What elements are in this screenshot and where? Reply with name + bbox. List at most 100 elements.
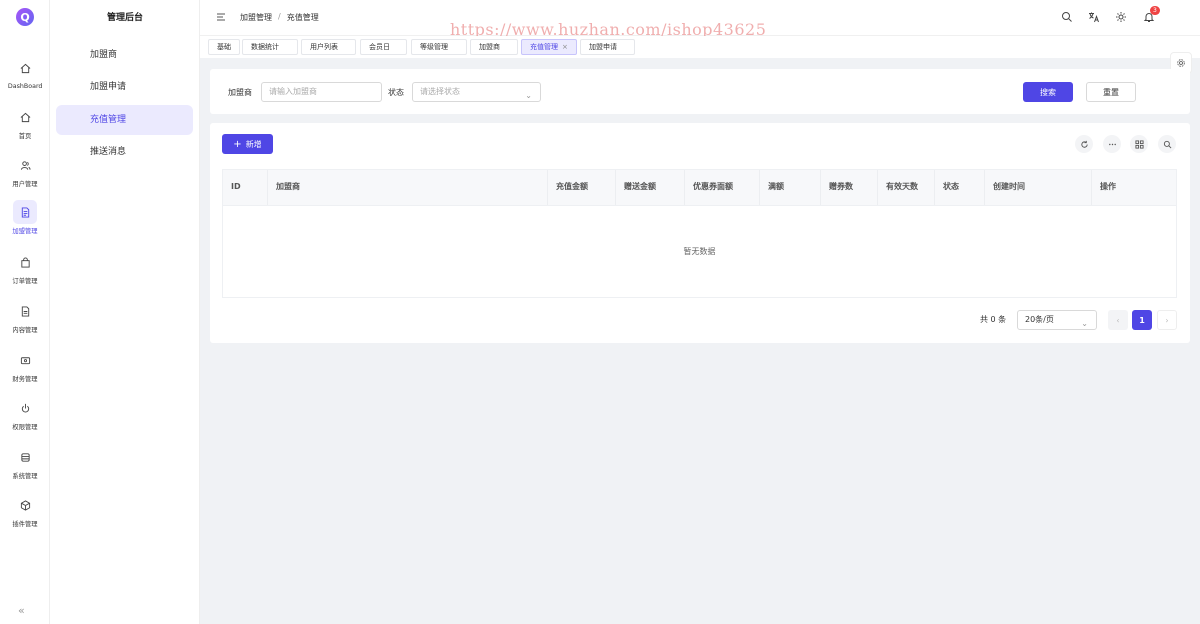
- app-logo[interactable]: Q: [16, 8, 34, 26]
- tab-label: 加盟申请: [589, 43, 617, 51]
- collapse-sidebar-button[interactable]: «: [18, 604, 25, 617]
- columns-icon[interactable]: [1130, 135, 1148, 153]
- database-icon: [13, 445, 37, 469]
- wallet-icon: [13, 348, 37, 372]
- theme-sun-icon[interactable]: [1114, 10, 1128, 24]
- tab-basic[interactable]: 基础: [208, 39, 240, 55]
- rail-item-dashboard[interactable]: DashBoard: [4, 50, 46, 96]
- translate-icon[interactable]: [1087, 10, 1101, 24]
- add-button[interactable]: + 新增: [222, 134, 273, 154]
- power-icon: [13, 396, 37, 420]
- chevron-down-icon: ⌄: [1081, 319, 1088, 328]
- page-size-select[interactable]: 20条/页 ⌄: [1017, 310, 1097, 330]
- users-icon: [13, 153, 37, 177]
- table-panel: + 新增 ID 加盟商 充值金额 赠送金额 优惠券面额 满额 赠券数 有效天数 …: [210, 123, 1190, 343]
- table-header: ID 加盟商 充值金额 赠送金额 优惠券面额 满额 赠券数 有效天数 状态 创建…: [222, 169, 1178, 206]
- search-button[interactable]: 搜索: [1023, 82, 1073, 102]
- tab-statistics[interactable]: 数据统计: [242, 39, 298, 55]
- rail-item-finance[interactable]: 财务管理: [4, 342, 46, 388]
- breadcrumb-separator: /: [278, 12, 281, 21]
- tab-user-list[interactable]: 用户列表: [301, 39, 356, 55]
- submenu-item-franchisee[interactable]: 加盟商: [56, 40, 193, 70]
- tab-level[interactable]: 等级管理: [411, 39, 467, 55]
- user-avatar[interactable]: [1175, 10, 1189, 24]
- franchisee-input[interactable]: 请输入加盟商: [261, 82, 382, 102]
- table-empty: 暂无数据: [222, 205, 1177, 298]
- submenu: 管理后台 加盟商 加盟申请 充值管理 推送消息: [50, 0, 200, 624]
- column-header: 赠券数: [820, 170, 877, 206]
- rail-item-franchise[interactable]: 加盟管理: [4, 194, 46, 240]
- icon-rail: Q DashBoard 首页 用户管理 加盟管理 订单管理 内容管理 财务管理 …: [0, 0, 50, 624]
- rail-item-label: 系统管理: [12, 472, 38, 480]
- rail-item-label: 用户管理: [12, 180, 38, 188]
- search-toggle-icon[interactable]: [1158, 135, 1176, 153]
- breadcrumb-item[interactable]: 加盟管理: [240, 12, 272, 23]
- notification-badge: 3: [1150, 6, 1160, 15]
- rail-item-label: 首页: [18, 132, 32, 140]
- column-header: 赠送金额: [615, 170, 684, 206]
- submenu-item-push[interactable]: 推送消息: [56, 137, 193, 167]
- rail-item-label: 财务管理: [12, 375, 38, 383]
- bag-icon: [13, 250, 37, 274]
- rail-item-label: DashBoard: [7, 82, 43, 90]
- tab-label: 充值管理: [530, 43, 558, 51]
- app-title: 管理后台: [106, 13, 143, 23]
- home-icon: [13, 105, 37, 129]
- rail-item-users[interactable]: 用户管理: [4, 147, 46, 193]
- search-icon[interactable]: [1060, 10, 1074, 24]
- tab-label: 会员日: [369, 43, 390, 51]
- rail-item-content[interactable]: 内容管理: [4, 293, 46, 339]
- rail-item-label: 加盟管理: [12, 227, 38, 235]
- tab-label: 基础: [217, 43, 231, 51]
- tab-label: 加盟商: [479, 43, 500, 51]
- prev-page-button[interactable]: ‹: [1108, 310, 1128, 330]
- top-header: 加盟管理 / 充值管理 https://www.huzhan.com/ishop…: [200, 0, 1200, 39]
- status-label: 状态: [388, 88, 404, 97]
- page-size-value: 20条/页: [1025, 315, 1054, 324]
- pager-total: 共 0 条: [980, 315, 1007, 324]
- rail-item-system[interactable]: 系统管理: [4, 439, 46, 485]
- rail-item-home[interactable]: 首页: [4, 99, 46, 145]
- submenu-item-recharge[interactable]: 充值管理: [56, 105, 193, 135]
- rail-item-permissions[interactable]: 权限管理: [4, 390, 46, 436]
- tab-label: 等级管理: [420, 43, 448, 51]
- close-icon[interactable]: ×: [562, 43, 568, 51]
- breadcrumb-item: 充值管理: [286, 13, 319, 22]
- rail-item-label: 插件管理: [12, 520, 38, 528]
- menu-fold-icon[interactable]: [216, 12, 226, 22]
- file-icon: [13, 299, 37, 323]
- breadcrumb: 加盟管理 / 充值管理: [240, 12, 319, 23]
- tabs-bar: 基础 数据统计 用户列表 会员日 等级管理 加盟商 充值管理 × 加盟申请: [200, 36, 1200, 74]
- home-icon: [13, 56, 37, 80]
- rail-item-orders[interactable]: 订单管理: [4, 244, 46, 290]
- tab-franchisee[interactable]: 加盟商: [470, 39, 518, 55]
- tab-label: 用户列表: [310, 43, 338, 51]
- column-header: 有效天数: [877, 170, 934, 206]
- rail-item-plugins[interactable]: 插件管理: [4, 487, 46, 533]
- column-header: 满额: [759, 170, 820, 206]
- chevron-down-icon: ⌄: [525, 91, 532, 100]
- add-button-label: 新增: [245, 139, 262, 149]
- page-1-button[interactable]: 1: [1132, 310, 1152, 330]
- cube-icon: [13, 493, 37, 517]
- status-select-placeholder: 请选择状态: [420, 87, 460, 96]
- rail-item-label: 权限管理: [12, 423, 38, 431]
- submenu-item-franchise-apply[interactable]: 加盟申请: [56, 72, 193, 102]
- refresh-icon[interactable]: [1075, 135, 1093, 153]
- column-header: 创建时间: [984, 170, 1091, 206]
- reset-button[interactable]: 重置: [1086, 82, 1136, 102]
- column-header: 操作: [1091, 170, 1178, 206]
- column-header: ID: [231, 182, 241, 191]
- column-header: 加盟商: [267, 170, 547, 206]
- plus-icon: +: [233, 138, 242, 150]
- column-header: 优惠券面额: [684, 170, 759, 206]
- next-page-button[interactable]: ›: [1157, 310, 1177, 330]
- status-select[interactable]: 请选择状态 ⌄: [412, 82, 541, 102]
- tab-franchise-apply[interactable]: 加盟申请: [580, 39, 635, 55]
- tab-member-day[interactable]: 会员日: [360, 39, 407, 55]
- document-icon: [13, 200, 37, 224]
- more-icon[interactable]: [1103, 135, 1121, 153]
- rail-item-label: 订单管理: [12, 277, 38, 285]
- tab-recharge[interactable]: 充值管理 ×: [521, 39, 577, 55]
- search-panel: 加盟商 请输入加盟商 状态 请选择状态 ⌄ 搜索 重置: [210, 69, 1190, 114]
